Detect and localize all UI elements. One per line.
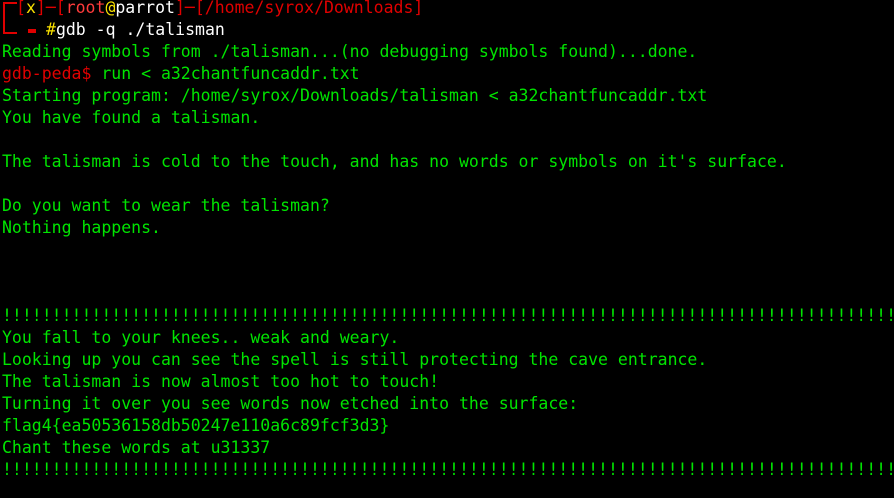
output-found: You have found a talisman. [2, 108, 261, 127]
prompt-host: parrot [115, 0, 175, 17]
output-starting-program: Starting program: /home/syrox/Downloads/… [2, 86, 708, 105]
terminal-window[interactable]: [x]─[root@parrot]─[/home/syrox/Downloads… [0, 0, 894, 498]
output-wear-question: Do you want to wear the talisman? [2, 196, 330, 215]
output-reading-symbols: Reading symbols from ./talisman...(no de… [2, 42, 698, 61]
prompt-bracket-open: [ [16, 0, 26, 17]
output-knees: You fall to your knees.. weak and weary. [2, 328, 400, 347]
prompt-arrow-icon [28, 28, 36, 33]
prompt-status-x: x [25, 0, 36, 17]
shell-prompt-line: [x]─[root@parrot]─[/home/syrox/Downloads… [16, 0, 423, 19]
prompt-user: root [65, 0, 106, 17]
prompt-hash: # [46, 20, 56, 39]
output-exclamation-divider-top: !!!!!!!!!!!!!!!!!!!!!!!!!!!!!!!!!!!!!!!!… [2, 306, 894, 325]
prompt-separator-2: ─ [184, 0, 195, 17]
prompt-user-open: [ [55, 0, 66, 17]
gdb-peda-prompt: gdb-peda$ [2, 64, 92, 83]
gdb-command: run < a32chantfuncaddr.txt [91, 64, 360, 83]
output-hot: The talisman is now almost too hot to to… [2, 372, 440, 391]
shell-command: gdb -q ./talisman [55, 20, 225, 39]
prompt-path: /home/syrox/Downloads [204, 0, 414, 17]
prompt-path-open: [ [194, 0, 205, 17]
prompt-frame [3, 2, 17, 34]
output-cold: The talisman is cold to the touch, and h… [2, 152, 787, 171]
output-flag: flag4{ea50536158db50247e110a6c89fcf3d3} [2, 416, 390, 435]
output-exclamation-divider-bottom: !!!!!!!!!!!!!!!!!!!!!!!!!!!!!!!!!!!!!!!!… [2, 460, 894, 479]
prompt-user-close: ] [174, 0, 185, 17]
shell-command-line[interactable]: #gdb -q ./talisman [16, 19, 225, 41]
output-turning: Turning it over you see words now etched… [2, 394, 579, 413]
prompt-path-close: ] [413, 0, 424, 17]
gdb-command-line[interactable]: gdb-peda$ run < a32chantfuncaddr.txt [2, 63, 360, 85]
prompt-at: @ [105, 0, 116, 17]
prompt-bracket-close: ] [35, 0, 46, 17]
output-looking: Looking up you can see the spell is stil… [2, 350, 708, 369]
prompt-separator: ─ [45, 0, 56, 17]
output-nothing: Nothing happens. [2, 218, 161, 237]
output-chant: Chant these words at u31337 [2, 438, 271, 457]
